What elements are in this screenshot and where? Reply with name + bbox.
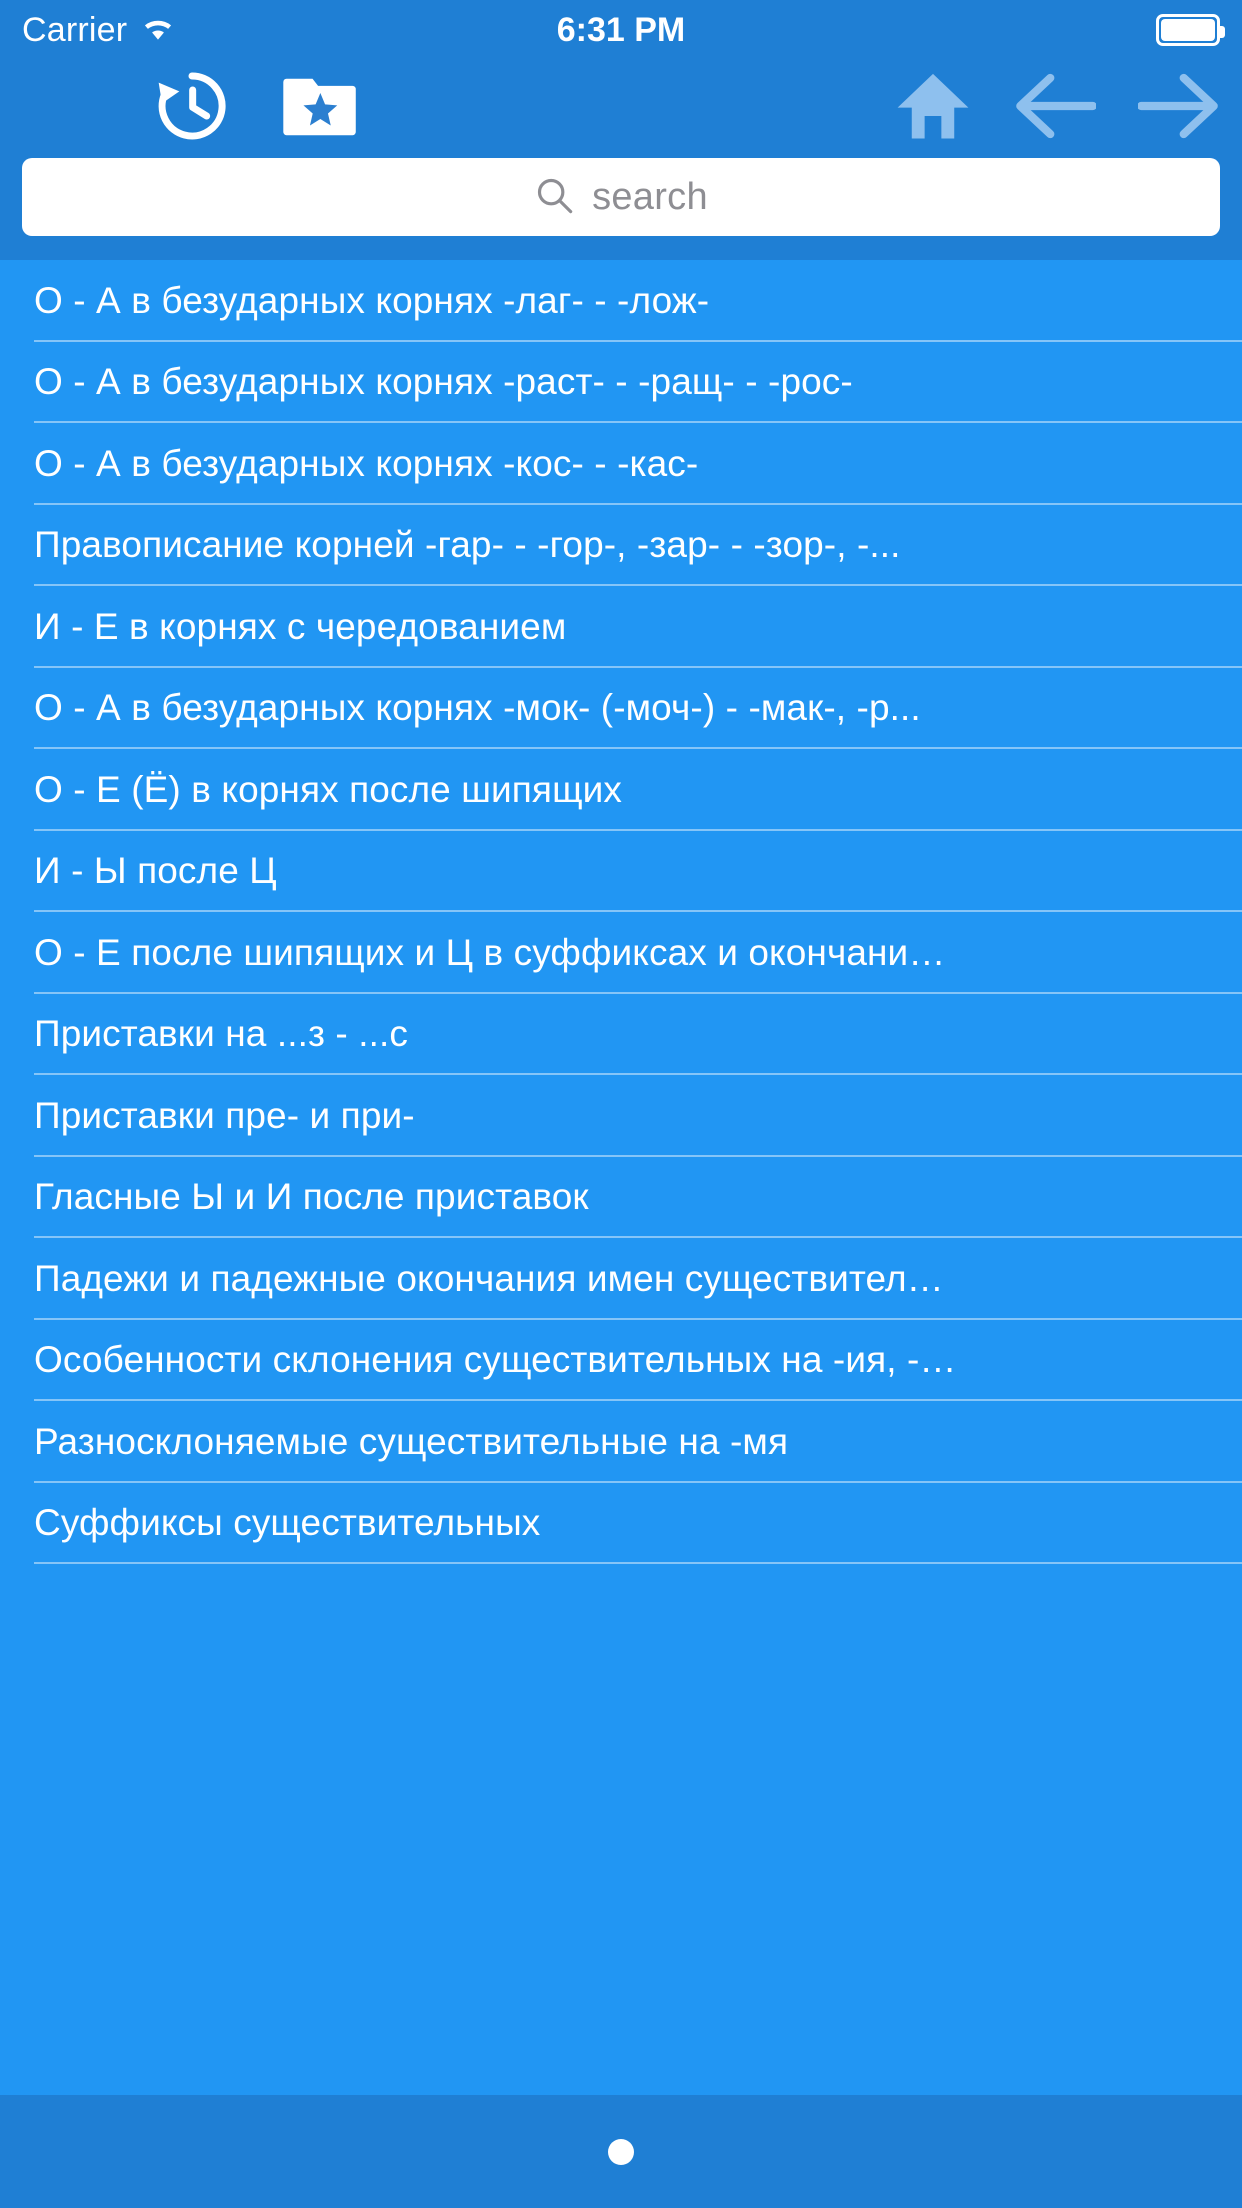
list-item-label: О - А в безударных корнях -раст- - -ращ-… — [34, 361, 853, 403]
list-item[interactable]: О - А в безударных корнях -мок- (-моч-) … — [0, 668, 1242, 750]
hamburger-menu-icon[interactable] — [22, 78, 102, 134]
list-item[interactable]: Суффиксы существительных — [0, 1483, 1242, 1565]
arrow-right-icon[interactable] — [1138, 72, 1220, 140]
toolbar-left-group — [22, 66, 360, 146]
list-item-label: О - А в безударных корнях -лаг- - -лож- — [34, 279, 710, 321]
toolbar-right-group — [894, 69, 1220, 143]
status-bar-left: Carrier — [22, 11, 177, 50]
list-item-label: Падежи и падежные окончания имен существ… — [34, 1257, 944, 1299]
list-item-label: О - А в безударных корнях -мок- (-моч-) … — [34, 687, 921, 729]
list-item-label: О - Е (Ё) в корнях после шипящих — [34, 768, 622, 810]
list-item[interactable]: Особенности склонения существительных на… — [0, 1320, 1242, 1402]
rules-list[interactable]: О - А в безударных корнях -лаг- - -лож- О… — [0, 260, 1242, 2095]
list-item-label: И - Е в корнях с чередованием — [34, 605, 567, 647]
list-item[interactable]: Приставки пре- и при- — [0, 1075, 1242, 1157]
search-bar-container: search — [0, 152, 1242, 260]
footer-bar — [0, 2095, 1242, 2208]
list-item[interactable]: Гласные Ы и И после приставок — [0, 1157, 1242, 1239]
history-clock-icon[interactable] — [152, 66, 232, 146]
list-item[interactable]: И - Ы после Ц — [0, 831, 1242, 913]
list-item-label: Особенности склонения существительных на… — [34, 1339, 957, 1381]
search-icon — [534, 175, 574, 220]
home-icon[interactable] — [894, 69, 972, 143]
list-item[interactable]: Разносклоняемые существительные на -мя — [0, 1401, 1242, 1483]
folder-star-icon[interactable] — [282, 70, 360, 142]
arrow-left-icon[interactable] — [1014, 72, 1096, 140]
list-item[interactable]: О - Е (Ё) в корнях после шипящих — [0, 749, 1242, 831]
list-item-label: И - Ы после Ц — [34, 850, 277, 892]
list-item[interactable]: О - Е после шипящих и Ц в суффиксах и ок… — [0, 912, 1242, 994]
battery-icon — [1156, 14, 1225, 46]
toolbar — [0, 60, 1242, 152]
list-item-label: Разносклоняемые существительные на -мя — [34, 1420, 789, 1462]
app-screen: Carrier 6:31 PM search О - А в безударны… — [0, 0, 1242, 2208]
status-bar-right — [1156, 14, 1225, 46]
status-bar: Carrier 6:31 PM — [0, 0, 1242, 60]
list-item-label: Суффиксы существительных — [34, 1502, 541, 1544]
search-placeholder: search — [592, 175, 708, 218]
carrier-label: Carrier — [22, 10, 128, 49]
list-item[interactable]: Приставки на ...з - ...с — [0, 994, 1242, 1076]
home-indicator-dot[interactable] — [608, 2138, 634, 2165]
list-item[interactable]: Падежи и падежные окончания имен существ… — [0, 1238, 1242, 1320]
list-item-label: О - Е после шипящих и Ц в суффиксах и ок… — [34, 931, 946, 973]
list-item-label: О - А в безударных корнях -кос- - -кас- — [34, 442, 699, 484]
list-item[interactable]: О - А в безударных корнях -раст- - -ращ-… — [0, 342, 1242, 424]
list-item[interactable]: И - Е в корнях с чередованием — [0, 586, 1242, 668]
search-input[interactable]: search — [22, 158, 1220, 236]
list-item[interactable]: О - А в безударных корнях -кос- - -кас- — [0, 423, 1242, 505]
list-item-label: Приставки на ...з - ...с — [34, 1013, 408, 1055]
list-item[interactable]: Правописание корней -гар- - -гор-, -зар-… — [0, 505, 1242, 587]
list-item[interactable]: О - А в безударных корнях -лаг- - -лож- — [0, 260, 1242, 342]
wifi-icon — [139, 14, 177, 47]
list-item-label: Правописание корней -гар- - -гор-, -зар-… — [34, 524, 901, 566]
list-item-label: Приставки пре- и при- — [34, 1094, 415, 1136]
status-time: 6:31 PM — [556, 10, 686, 49]
list-item-label: Гласные Ы и И после приставок — [34, 1176, 589, 1218]
